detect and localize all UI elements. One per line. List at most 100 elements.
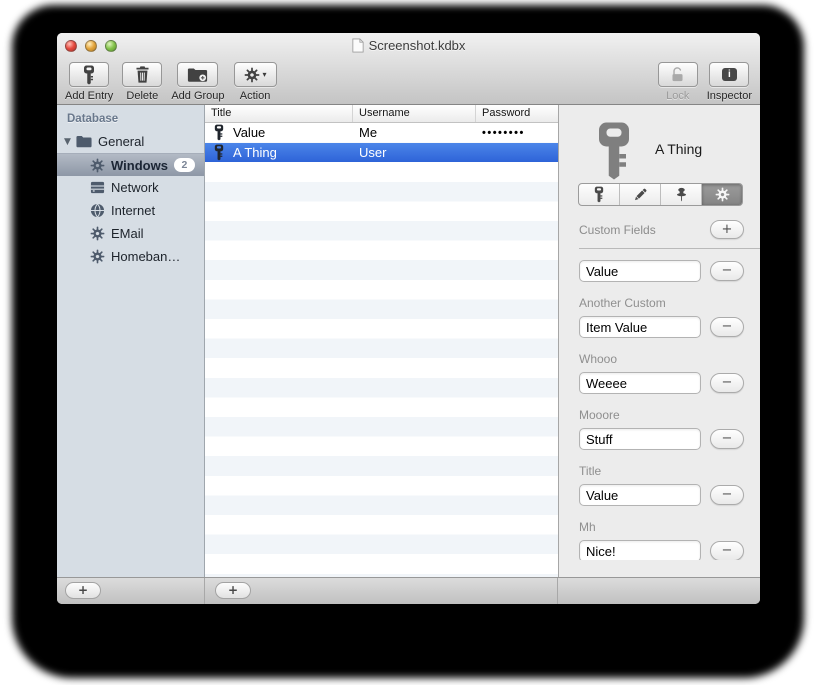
remove-field-button[interactable]: − (710, 541, 744, 560)
tab-custom-fields[interactable] (702, 184, 742, 205)
sidebar-item-windows[interactable]: Windows 2 (57, 153, 204, 176)
field-label: Mh (579, 520, 596, 534)
field-value-input[interactable] (579, 260, 701, 282)
custom-fields-list: − Another Custom − Whooo − (579, 249, 748, 560)
tab-notes[interactable] (620, 184, 661, 205)
pencil-icon (633, 187, 648, 202)
field-label: Whooo (579, 352, 618, 366)
key-icon (214, 144, 224, 161)
gear-icon (90, 226, 105, 241)
key-icon (594, 186, 604, 203)
custom-field-group: − (579, 260, 748, 282)
toolbar: Add Entry Delete Add Group ▾ Action Lock… (65, 62, 752, 102)
field-value-input[interactable] (579, 428, 701, 450)
add-entry-plus-button[interactable]: + (215, 582, 251, 599)
gear-icon (715, 187, 730, 202)
custom-field-group: Mh − (579, 521, 748, 560)
field-value-input[interactable] (579, 540, 701, 560)
add-entry-label: Add Entry (65, 90, 114, 102)
entry-title: A Thing (233, 144, 277, 160)
column-header-title[interactable]: Title (205, 105, 352, 122)
field-label: Mooore (579, 408, 620, 422)
remove-field-button[interactable]: − (710, 261, 744, 281)
window-title-row: Screenshot.kdbx (57, 33, 760, 58)
gear-icon (90, 249, 105, 264)
sidebar-item-homebanking[interactable]: Homeban… (57, 245, 204, 268)
info-icon: i (721, 68, 737, 81)
disclosure-triangle-icon[interactable]: ▼ (64, 137, 76, 147)
inspector-label: Inspector (706, 90, 752, 102)
content-area: Database ▼ General Windows 2 Network Int… (57, 105, 760, 577)
lock-button[interactable]: Lock (657, 62, 698, 102)
entry-username: User (359, 144, 387, 160)
sidebar-item-label: Homeban… (111, 249, 181, 264)
column-header-username[interactable]: Username (352, 105, 475, 122)
remove-field-button[interactable]: − (710, 317, 744, 337)
key-icon (214, 124, 224, 141)
table-row[interactable]: Value Me •••••••• (205, 123, 558, 143)
globe-icon (90, 203, 105, 218)
folder-plus-icon (187, 67, 208, 83)
folder-icon (76, 135, 92, 148)
document-icon (352, 38, 364, 53)
gear-icon (244, 67, 260, 83)
custom-fields-label: Custom Fields (579, 222, 656, 237)
field-value-input[interactable] (579, 316, 701, 338)
inspector-panel: A Thing Custom Fields + Value − Another … (558, 105, 760, 577)
key-icon (83, 65, 95, 85)
sidebar-item-general[interactable]: ▼ General (57, 130, 204, 153)
entry-username: Me (359, 125, 378, 141)
remove-field-button[interactable]: − (710, 429, 744, 449)
sidebar-item-label: General (98, 134, 145, 149)
field-label: Another Custom (579, 296, 666, 310)
custom-fields-header: Custom Fields + (579, 220, 744, 239)
entry-list: Title Username Password Value Me •••••••… (205, 105, 558, 577)
inspector-button[interactable]: i Inspector (707, 62, 752, 102)
lock-label: Lock (666, 90, 690, 102)
remove-field-button[interactable]: − (710, 485, 744, 505)
field-label: Title (579, 464, 602, 478)
entry-title: Value (233, 125, 266, 141)
tab-general[interactable] (579, 184, 620, 205)
sidebar-item-email[interactable]: EMail (57, 222, 204, 245)
window-title: Screenshot.kdbx (368, 38, 466, 53)
titlebar: Screenshot.kdbx Add Entry Delete Add Gro… (57, 33, 760, 105)
delete-button[interactable]: Delete (122, 62, 163, 102)
toolbar-right-group: Lock i Inspector (657, 62, 752, 102)
field-value-input[interactable] (579, 484, 701, 506)
sidebar-item-label: Internet (111, 203, 156, 218)
add-entry-button[interactable]: Add Entry (65, 62, 113, 102)
field-value-input[interactable] (579, 372, 701, 394)
add-group-label: Add Group (171, 90, 225, 102)
sidebar-item-network[interactable]: Network (57, 176, 204, 199)
sidebar-item-label: EMail (111, 226, 144, 241)
table-row-selected[interactable]: A Thing User (205, 142, 558, 163)
custom-field-group: Mooore − (579, 409, 748, 450)
gear-icon (90, 158, 105, 173)
action-button[interactable]: ▾ Action (233, 62, 277, 102)
add-group-plus-button[interactable]: + (65, 582, 101, 599)
entry-password: •••••••• (482, 126, 525, 139)
sidebar-item-label: Network (111, 180, 159, 195)
entry-list-header: Title Username Password (205, 105, 558, 123)
divider (204, 578, 205, 604)
custom-field-group: Title − (579, 465, 748, 506)
app-window: Screenshot.kdbx Add Entry Delete Add Gro… (57, 33, 760, 604)
custom-field-group: Another Custom − (579, 297, 748, 338)
add-custom-field-button[interactable]: + (710, 220, 744, 239)
unlock-icon (669, 66, 686, 83)
sidebar: Database ▼ General Windows 2 Network Int… (57, 105, 205, 577)
column-header-password[interactable]: Password (475, 105, 558, 122)
key-icon (595, 121, 633, 186)
pushpin-icon (675, 187, 688, 203)
add-group-button[interactable]: Add Group (171, 62, 225, 102)
delete-label: Delete (126, 90, 159, 102)
bottom-bar: + + (57, 577, 760, 604)
entry-count-badge: 2 (173, 158, 195, 172)
remove-field-button[interactable]: − (710, 373, 744, 393)
sidebar-item-internet[interactable]: Internet (57, 199, 204, 222)
trash-icon (134, 65, 151, 84)
tab-attachments[interactable] (661, 184, 702, 205)
divider (557, 578, 558, 604)
sidebar-item-label: Windows (111, 157, 168, 173)
